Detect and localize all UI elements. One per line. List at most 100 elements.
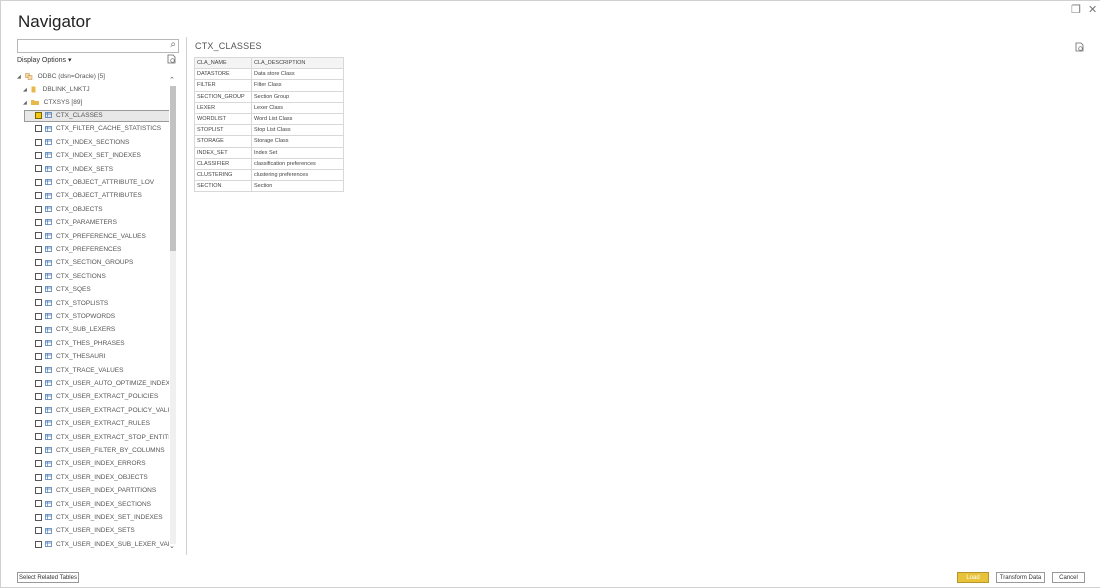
table-checkbox[interactable] <box>35 406 42 414</box>
tree-item-table[interactable]: CTX_THESAURI <box>35 351 105 363</box>
table-checkbox[interactable] <box>35 232 42 240</box>
table-checkbox[interactable] <box>35 272 42 280</box>
tree-scrollbar[interactable]: ⌃ ⌄ <box>169 76 176 553</box>
tree-item-table[interactable]: CTX_USER_INDEX_SUB_LEXER_VALS <box>35 539 169 551</box>
table-checkbox[interactable] <box>35 326 42 334</box>
tree-item-label: CTX_OBJECT_ATTRIBUTES <box>56 192 142 200</box>
search-input[interactable] <box>18 44 162 57</box>
table-checkbox[interactable] <box>35 205 42 213</box>
table-checkbox[interactable] <box>35 151 42 159</box>
table-checkbox[interactable] <box>35 218 42 226</box>
table-checkbox[interactable] <box>35 446 42 454</box>
table-checkbox[interactable] <box>35 500 42 508</box>
table-checkbox[interactable] <box>35 192 42 200</box>
tree-item-table[interactable]: CTX_SECTION_GROUPS <box>35 257 133 269</box>
tree-item-table[interactable]: CTX_INDEX_SETS <box>35 164 113 176</box>
tree-item-table[interactable]: CTX_USER_INDEX_OBJECTS <box>35 472 148 484</box>
table-checkbox[interactable] <box>35 527 42 535</box>
table-checkbox[interactable] <box>35 312 42 320</box>
tree-item-label: CTX_INDEX_SET_INDEXES <box>56 152 141 160</box>
tree-root[interactable]: ◢ ODBC (dsn=Oracle) [5] <box>17 71 105 83</box>
table-icon <box>45 393 52 400</box>
table-row: WORDLIST Word List Class <box>194 112 344 126</box>
table-checkbox[interactable] <box>35 285 42 293</box>
tree-item-table[interactable]: CTX_INDEX_SECTIONS <box>35 137 129 149</box>
tree-item-table[interactable]: CTX_INDEX_SET_INDEXES <box>35 150 141 162</box>
tree-item-table[interactable]: CTX_THES_PHRASES <box>35 338 125 350</box>
tree-item-table[interactable]: CTX_USER_INDEX_PARTITIONS <box>35 485 156 497</box>
tree-item-table[interactable]: CTX_OBJECT_ATTRIBUTES <box>35 190 142 202</box>
display-options-dropdown[interactable]: Display Options ▾ <box>17 56 71 64</box>
cla-description-cell: Section <box>251 180 344 193</box>
table-row: CLUSTERING clustering preferences <box>194 168 344 182</box>
tree-item-table[interactable]: CTX_USER_EXTRACT_POLICIES <box>35 391 158 403</box>
table-checkbox[interactable] <box>35 540 42 548</box>
tree-item-table[interactable]: CTX_SECTIONS <box>35 271 106 283</box>
tree-item-table[interactable]: CTX_OBJECT_ATTRIBUTE_LOV <box>35 177 154 189</box>
collapse-caret-icon[interactable]: ◢ <box>17 71 23 83</box>
scroll-up-icon[interactable]: ⌃ <box>169 76 175 84</box>
tree-item-label: CTX_CLASSES <box>56 112 103 119</box>
table-icon <box>45 474 52 480</box>
refresh-preview-icon[interactable] <box>1075 42 1084 52</box>
restore-icon[interactable]: ❐ <box>1071 3 1081 16</box>
scrollbar-thumb[interactable] <box>170 86 176 251</box>
close-icon[interactable]: ✕ <box>1088 3 1097 16</box>
tree-item-table[interactable]: CTX_SQES <box>35 284 91 296</box>
table-checkbox[interactable] <box>35 111 42 119</box>
table-checkbox[interactable] <box>35 486 42 494</box>
table-checkbox[interactable] <box>35 178 42 186</box>
table-checkbox[interactable] <box>35 433 42 441</box>
table-checkbox[interactable] <box>35 125 42 133</box>
scroll-down-icon[interactable]: ⌄ <box>169 542 175 550</box>
load-button[interactable]: Load <box>957 572 989 583</box>
tree-item-table[interactable]: CTX_USER_INDEX_ERRORS <box>35 458 146 470</box>
table-checkbox[interactable] <box>35 513 42 521</box>
tree-item-table[interactable]: CTX_USER_EXTRACT_RULES <box>35 418 150 430</box>
select-related-tables-button[interactable]: Select Related Tables <box>17 572 79 583</box>
table-checkbox[interactable] <box>35 138 42 146</box>
refresh-icon[interactable] <box>167 54 176 64</box>
tree-item-table[interactable]: CTX_USER_AUTO_OPTIMIZE_INDEXES <box>35 378 169 390</box>
tree-item-table[interactable]: CTX_TRACE_VALUES <box>35 365 123 377</box>
tree-item-table[interactable]: CTX_PREFERENCE_VALUES <box>35 231 146 243</box>
tree-item-table[interactable]: CTX_PREFERENCES <box>35 244 121 256</box>
tree-item-table[interactable]: CTX_USER_EXTRACT_POLICY_VALUES <box>35 405 169 417</box>
table-checkbox[interactable] <box>35 393 42 401</box>
table-checkbox[interactable] <box>35 473 42 481</box>
table-checkbox[interactable] <box>35 339 42 347</box>
tree-item-label: CTX_USER_EXTRACT_STOP_ENTITIES <box>56 433 169 441</box>
tree-item-table[interactable]: CTX_STOPWORDS <box>35 311 115 323</box>
search-icon[interactable]: ⌕ <box>170 39 176 50</box>
tree-item-table[interactable]: CTX_OBJECTS <box>35 204 103 216</box>
tree-item-table[interactable]: CTX_USER_INDEX_SETS <box>35 525 135 537</box>
cancel-button[interactable]: Cancel <box>1052 572 1085 583</box>
tree-item-table[interactable]: CTX_USER_INDEX_SET_INDEXES <box>35 512 163 524</box>
tree-item-table[interactable]: CTX_USER_INDEX_SECTIONS <box>35 499 151 511</box>
tree-item-ctxsys[interactable]: ◢ CTXSYS [89] <box>23 97 82 109</box>
tree-item-table[interactable]: CTX_FILTER_CACHE_STATISTICS <box>35 123 161 135</box>
expand-caret-icon[interactable]: ◢ <box>23 84 29 96</box>
tree-item-table[interactable]: CTX_USER_FILTER_BY_COLUMNS <box>35 445 165 457</box>
table-checkbox[interactable] <box>35 259 42 267</box>
table-checkbox[interactable] <box>35 352 42 360</box>
table-checkbox[interactable] <box>35 299 42 307</box>
cla-description-cell: Storage Class <box>251 135 344 148</box>
tree-item-table[interactable]: CTX_USER_EXTRACT_STOP_ENTITIES <box>35 432 169 444</box>
tree-item-table[interactable]: CTX_SUB_LEXERS <box>35 324 115 336</box>
transform-data-button[interactable]: Transform Data <box>996 572 1045 583</box>
tree-item-label: CTX_USER_FILTER_BY_COLUMNS <box>56 447 165 454</box>
table-checkbox[interactable] <box>35 379 42 387</box>
collapse-caret-icon[interactable]: ◢ <box>23 97 29 109</box>
pane-divider[interactable] <box>186 37 187 555</box>
table-checkbox[interactable] <box>35 460 42 468</box>
tree-item-table[interactable]: CTX_CLASSES <box>35 110 103 122</box>
tree-item-table[interactable]: CTX_PARAMETERS <box>35 217 117 229</box>
table-checkbox[interactable] <box>35 419 42 427</box>
table-checkbox[interactable] <box>35 366 42 374</box>
table-checkbox[interactable] <box>35 245 42 253</box>
table-checkbox[interactable] <box>35 165 42 173</box>
tree-item-dblink[interactable]: ◢ DBLINK_LNKTJ <box>23 84 90 96</box>
tree-item-table[interactable]: CTX_STOPLISTS <box>35 298 108 310</box>
table-row: STOPLIST Stop List Class <box>194 124 344 137</box>
